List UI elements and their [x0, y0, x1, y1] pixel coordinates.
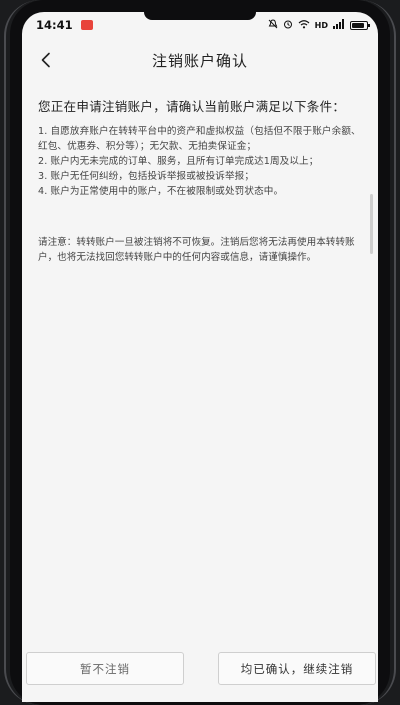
scrollbar[interactable]	[370, 194, 373, 254]
cancel-button[interactable]: 暂不注销	[26, 652, 184, 685]
notice-text: 请注意：转转账户一旦被注销将不可恢复。注销后您将无法再使用本转转账户，也将无法找…	[38, 237, 355, 263]
bell-off-icon	[268, 18, 278, 32]
signal-icon	[333, 18, 345, 32]
condition-item: 3. 账户无任何纠纷，包括投诉举报或被投诉举报；	[38, 171, 255, 182]
screen: 14:41 HD 注销账户确认 您正在申请注销账户，请确认当前账户满足以下条件：…	[22, 12, 378, 702]
back-button[interactable]	[32, 46, 60, 74]
condition-item: 1. 自愿放弃账户在转转平台中的资产和虚拟权益（包括但不限于账户余额、红包、优惠…	[38, 126, 361, 152]
notification-badge-icon	[80, 20, 93, 30]
condition-item: 2. 账户内无未完成的订单、服务，且所有订单完成达1周及以上；	[38, 156, 319, 167]
intro-text: 您正在申请注销账户，请确认当前账户满足以下条件：	[38, 99, 346, 114]
wifi-icon	[298, 19, 310, 32]
network-type-label: HD	[314, 20, 328, 30]
chevron-left-icon	[41, 52, 50, 68]
battery-level	[352, 22, 364, 28]
confirm-continue-button[interactable]: 均已确认，继续注销	[218, 652, 376, 685]
notch	[144, 12, 256, 20]
content: 您正在申请注销账户，请确认当前账户满足以下条件： 1. 自愿放弃账户在转转平台中…	[38, 98, 366, 265]
nav-bar: 注销账户确认	[22, 38, 378, 82]
alarm-icon	[283, 19, 293, 32]
page-title: 注销账户确认	[151, 51, 248, 70]
status-time: 14:41	[36, 18, 73, 32]
condition-item: 4. 账户为正常使用中的账户，不在被限制或处罚状态中。	[38, 186, 284, 197]
battery-icon	[350, 20, 370, 30]
status-icons: HD	[268, 18, 370, 32]
bottom-actions: 暂不注销 均已确认，继续注销	[22, 652, 378, 702]
